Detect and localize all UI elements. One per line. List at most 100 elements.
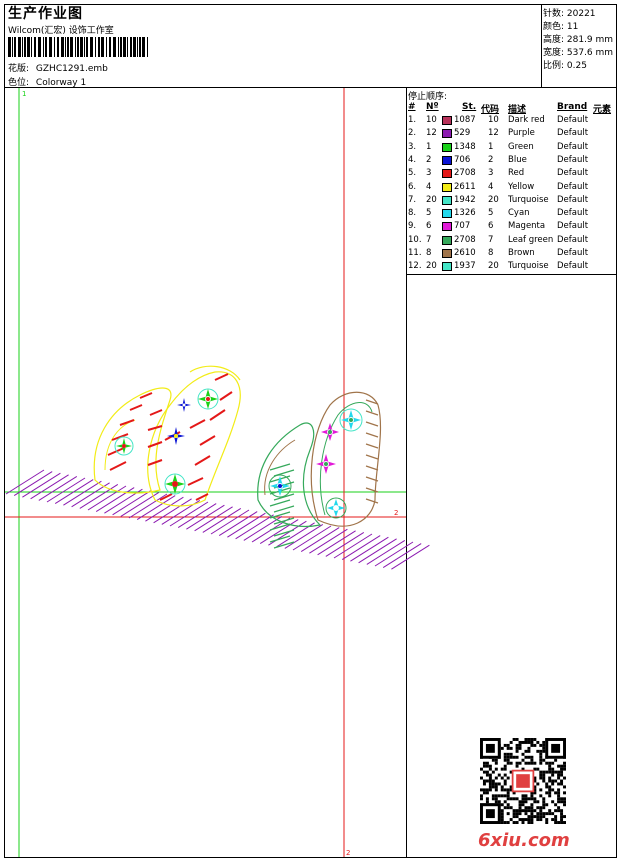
qr-code (480, 738, 566, 824)
purple-hatch-fill (5, 469, 430, 570)
color-swatch (442, 195, 452, 205)
stop-sequence-caption: 停止顺序: (408, 92, 448, 102)
row-stitches: 1087 (454, 115, 476, 125)
row-stitches: 2610 (454, 248, 476, 258)
row-index: 2. (408, 128, 417, 139)
row-code: 20 (488, 261, 499, 272)
row-description: Red (508, 168, 525, 179)
color-swatch (442, 262, 452, 272)
flower-magenta-1 (321, 423, 339, 441)
row-stitches: 706 (454, 154, 471, 165)
stop-row: 9. 6 707 6 Magenta Default (408, 221, 616, 234)
stop-row: 7. 20 1942 20 Turquoise Default (408, 195, 616, 208)
flower-green-3 (164, 473, 186, 495)
row-code: 2 (488, 154, 494, 165)
row-index: 12. (408, 261, 422, 272)
row-stitches: 529 (454, 128, 471, 139)
row-code: 1 (488, 141, 494, 152)
color-swatch (442, 209, 452, 219)
row-description: Dark red (508, 115, 545, 125)
row-index: 1. (408, 115, 417, 125)
row-description: Leaf green (508, 234, 554, 245)
row-code: 12 (488, 128, 499, 139)
row-description: Purple (508, 128, 535, 139)
flower-cyan-2 (268, 474, 292, 498)
color-swatch (442, 155, 452, 165)
row-brand: Default (557, 234, 589, 245)
row-description: Turquoise (508, 194, 549, 205)
row-needle: 8 (426, 248, 432, 258)
stop-row: 8. 5 1326 5 Cyan Default (408, 208, 616, 221)
row-index: 10. (408, 234, 422, 245)
row-stitches: 1942 (454, 194, 476, 205)
row-description: Brown (508, 248, 535, 258)
row-description: Cyan (508, 208, 530, 219)
stop-row: 2. 12 529 12 Purple Default (408, 128, 616, 141)
color-swatch (442, 249, 452, 258)
row-brand: Default (557, 261, 589, 272)
row-code: 7 (488, 234, 494, 245)
color-swatch (442, 142, 452, 152)
guide-marker-bottom: 2 (346, 849, 350, 857)
flower-cyan-3 (325, 497, 347, 519)
stop-row: 6. 4 2611 4 Yellow Default (408, 182, 616, 195)
row-stitches: 1937 (454, 261, 476, 272)
col-header-no: Nº (426, 102, 439, 112)
flower-blue-2 (177, 398, 191, 412)
guide-marker-right: 2 (394, 509, 398, 517)
row-brand: Default (557, 194, 589, 205)
row-brand: Default (557, 248, 589, 258)
row-code: 4 (488, 181, 494, 192)
row-code: 3 (488, 168, 494, 179)
stop-row: 5. 3 2708 3 Red Default (408, 168, 616, 181)
row-needle: 1 (426, 141, 432, 152)
flower-green-1 (114, 436, 134, 456)
flower-magenta-2 (316, 454, 336, 474)
col-header-element: 元素 (593, 105, 612, 115)
row-stitches: 2611 (454, 181, 476, 192)
row-stitches: 1326 (454, 208, 476, 219)
row-code: 10 (488, 115, 499, 125)
row-description: Yellow (508, 181, 535, 192)
stop-row: 3. 1 1348 1 Green Default (408, 142, 616, 155)
row-brand: Default (557, 128, 589, 139)
stop-row: 4. 2 706 2 Blue Default (408, 155, 616, 168)
row-brand: Default (557, 168, 589, 179)
color-swatch (442, 116, 452, 125)
stop-row: 1. 10 1087 10 Dark red Default (408, 115, 616, 128)
col-header-code: 代码 (481, 105, 500, 115)
row-needle: 20 (426, 194, 437, 205)
row-description: Green (508, 141, 534, 152)
row-brand: Default (557, 221, 589, 232)
row-needle: 2 (426, 154, 432, 165)
row-stitches: 707 (454, 221, 471, 232)
row-needle: 20 (426, 261, 437, 272)
color-swatch (442, 129, 452, 139)
row-code: 6 (488, 221, 494, 232)
color-swatch (442, 222, 452, 232)
row-brand: Default (557, 141, 589, 152)
col-header-description: 描述 (508, 105, 527, 115)
flower-cyan-1 (339, 408, 363, 432)
color-swatch (442, 182, 452, 192)
row-needle: 3 (426, 168, 432, 179)
row-brand: Default (557, 208, 589, 219)
row-index: 11. (408, 248, 422, 258)
row-code: 5 (488, 208, 494, 219)
row-needle: 6 (426, 221, 432, 232)
row-index: 3. (408, 141, 417, 152)
flower-blue-1 (167, 427, 185, 445)
row-index: 8. (408, 208, 417, 219)
row-needle: 7 (426, 234, 432, 245)
color-swatch (442, 169, 452, 179)
row-index: 4. (408, 154, 417, 165)
right-paisley-motif (257, 391, 382, 549)
stop-row: 10. 7 2708 7 Leaf green Default (408, 235, 616, 248)
row-needle: 12 (426, 128, 437, 139)
col-header-stitches: St. (462, 102, 477, 112)
row-description: Turquoise (508, 261, 549, 272)
col-header-brand: Brand (557, 102, 588, 112)
row-stitches: 2708 (454, 168, 476, 179)
row-code: 20 (488, 194, 499, 205)
row-brand: Default (557, 154, 589, 165)
